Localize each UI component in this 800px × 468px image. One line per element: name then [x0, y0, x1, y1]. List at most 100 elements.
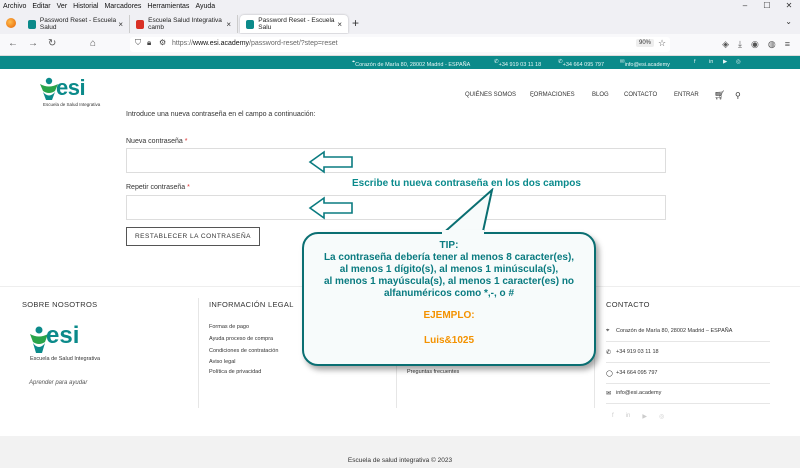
toolbar-right: ◈ ⤓ ◉ ◍ ≡ — [722, 39, 790, 50]
new-password-label: Nueva contraseña * — [126, 138, 188, 145]
tab-title: Password Reset - Escuela Salud — [39, 17, 117, 31]
facebook-icon[interactable]: f — [694, 59, 696, 65]
topbar-phone1[interactable]: ✆ +34 919 03 11 18 — [494, 59, 541, 68]
search-icon[interactable]: ⚲ — [735, 91, 741, 100]
footer-column-divider — [198, 298, 199, 408]
back-icon[interactable]: ← — [8, 38, 18, 49]
footer-link-faq[interactable]: Preguntas frecuentes — [407, 369, 459, 375]
whatsapp-icon: ◯ — [606, 370, 613, 377]
home-icon[interactable]: ⌂ — [90, 38, 96, 49]
menu-archivo[interactable]: Archivo — [3, 3, 26, 10]
phone-icon: ✆ — [606, 349, 612, 356]
nav-contacto[interactable]: CONTACTO — [624, 92, 657, 98]
permissions-icon[interactable]: ⚙ — [159, 38, 166, 47]
reload-icon[interactable]: ↻ — [48, 38, 56, 49]
browser-navbar: ← → ↻ ⌂ ⛉ 🔒︎ ⚙ https://www.esi.academy/p… — [0, 34, 800, 56]
youtube-icon[interactable]: ▶ — [723, 59, 727, 65]
youtube-icon[interactable]: ▶ — [642, 413, 647, 420]
footer-contact-address: ⌖ Corazón de María 80, 28002 Madrid – ESP… — [606, 321, 770, 342]
tab-escuela-salud[interactable]: Escuela Salud Integrativa camb × — [130, 15, 238, 33]
footer-link-condiciones[interactable]: Condiciones de contratación — [209, 348, 278, 354]
tip-tail-join — [442, 230, 484, 236]
tip-example-heading: EJEMPLO: — [423, 310, 475, 321]
tip-line: al menos 1 mayúscula(s), al menos 1 cara… — [323, 276, 575, 287]
pocket-icon[interactable]: ◈ — [722, 39, 729, 50]
url-bar[interactable]: ⛉ 🔒︎ ⚙ https://www.esi.academy/password-… — [130, 37, 670, 52]
facebook-icon[interactable]: f — [612, 413, 614, 420]
tab-password-reset-active[interactable]: Password Reset - Escuela Salu × — [240, 15, 348, 33]
footer-copyright: Escuela de salud integrativa © 2023 — [347, 457, 453, 464]
footer-about-title: SOBRE NOSOTROS — [22, 300, 98, 309]
maximize-icon[interactable]: ☐ — [756, 0, 778, 12]
browser-menubar: Archivo Editar Ver Historial Marcadores … — [0, 0, 800, 12]
cart-icon[interactable]: 🛒︎ — [714, 90, 725, 101]
footer-contact-phone2[interactable]: ◯ +34 664 095 797 — [606, 363, 770, 384]
new-tab-icon[interactable]: + — [352, 16, 359, 30]
repeat-password-input[interactable] — [126, 195, 666, 220]
tip-bubble: TIP: La contraseña debería tener al meno… — [302, 232, 596, 366]
shield-icon[interactable]: ⛉ — [135, 38, 141, 48]
footer-link-formas-pago[interactable]: Formas de pago — [209, 324, 249, 330]
linkedin-icon[interactable]: in — [709, 59, 713, 65]
tab-title: Password Reset - Escuela Salu — [258, 17, 335, 31]
menu-ver[interactable]: Ver — [57, 3, 68, 10]
account-icon[interactable]: ◍ — [768, 39, 776, 50]
close-tab-icon[interactable]: × — [118, 20, 123, 29]
forward-icon[interactable]: → — [28, 38, 38, 49]
nav-formaciones[interactable]: FORMACIONES ⌄ — [530, 92, 575, 99]
close-window-icon[interactable]: ✕ — [778, 0, 800, 12]
tip-line: La contraseña debería tener al menos 8 c… — [323, 252, 575, 263]
esi-favicon-icon — [28, 19, 36, 29]
menu-ayuda[interactable]: Ayuda — [195, 3, 215, 10]
footer-link-privacidad[interactable]: Política de privacidad — [209, 369, 261, 375]
tab-list-chevron-icon[interactable]: ⌄ — [785, 17, 792, 26]
menu-herramientas[interactable]: Herramientas — [147, 3, 189, 10]
menu-historial[interactable]: Historial — [73, 3, 98, 10]
footer-contact-phone1[interactable]: ✆ +34 919 03 11 18 — [606, 342, 770, 363]
form-intro: Introduce una nueva contraseña en el cam… — [126, 111, 316, 118]
logo-word: esi — [56, 75, 86, 100]
lock-icon[interactable]: 🔒︎ — [147, 38, 151, 48]
topbar-email[interactable]: ✉ info@esi.academy — [620, 59, 670, 68]
instagram-icon[interactable]: ◎ — [736, 59, 741, 65]
footer-contact-title: CONTACTO — [606, 300, 650, 309]
topbar-phone2[interactable]: ✆ +34 664 095 797 — [558, 59, 604, 68]
nav-blog[interactable]: BLOG — [592, 92, 609, 98]
footer-link-aviso-legal[interactable]: Aviso legal — [209, 359, 236, 365]
location-pin-icon: ⌖ — [606, 327, 610, 334]
gmail-icon — [136, 19, 145, 29]
footer-link-ayuda-compra[interactable]: Ayuda proceso de compra — [209, 336, 273, 342]
menu-hamburger-icon[interactable]: ≡ — [785, 39, 790, 50]
repeat-password-label: Repetir contraseña * — [126, 184, 190, 191]
footer-social-icons: f in ▶ ◎ — [612, 413, 664, 420]
site-header: esi Escuela de Salud Integrativa QUIÉNES… — [0, 69, 800, 119]
nav-quienes-somos[interactable]: QUIÉNES SOMOS — [465, 92, 516, 98]
logo-word: esi — [46, 322, 80, 349]
firefox-icon[interactable] — [6, 18, 16, 28]
instagram-icon[interactable]: ◎ — [659, 413, 664, 420]
arrow-left-icon — [308, 196, 353, 220]
linkedin-icon[interactable]: in — [626, 413, 631, 420]
extension-icon[interactable]: ◉ — [751, 39, 759, 50]
reset-password-button[interactable]: RESTABLECER LA CONTRASEÑA — [126, 227, 260, 246]
nav-entrar[interactable]: ENTRAR — [674, 92, 699, 98]
downloads-icon[interactable]: ⤓ — [738, 39, 742, 50]
footer-contact-email[interactable]: ✉ info@esi.academy — [606, 383, 770, 404]
menu-editar[interactable]: Editar — [32, 3, 50, 10]
bookmark-star-icon[interactable]: ☆ — [658, 38, 666, 49]
url-text[interactable]: https://www.esi.academy/password-reset/?… — [172, 40, 338, 47]
logo-tagline: Escuela de Salud Integrativa — [30, 356, 101, 362]
close-tab-icon[interactable]: × — [226, 20, 231, 29]
esi-favicon-icon — [246, 19, 255, 29]
new-password-input[interactable] — [126, 148, 666, 173]
tip-heading: TIP: — [439, 240, 459, 251]
close-tab-icon[interactable]: × — [337, 20, 342, 29]
email-icon: ✉ — [606, 390, 612, 397]
tab-password-reset-1[interactable]: Password Reset - Escuela Salud × — [22, 15, 130, 33]
footer-tagline: Aprender para ayudar — [29, 380, 88, 386]
topbar-address: ⌖ Corazón de María 80, 28002 Madrid - ES… — [352, 59, 471, 68]
tip-line: alfanuméricos como *,-, o # — [383, 288, 515, 299]
menu-marcadores[interactable]: Marcadores — [104, 3, 141, 10]
zoom-level[interactable]: 90% — [636, 39, 655, 47]
minimize-icon[interactable]: – — [734, 0, 756, 12]
